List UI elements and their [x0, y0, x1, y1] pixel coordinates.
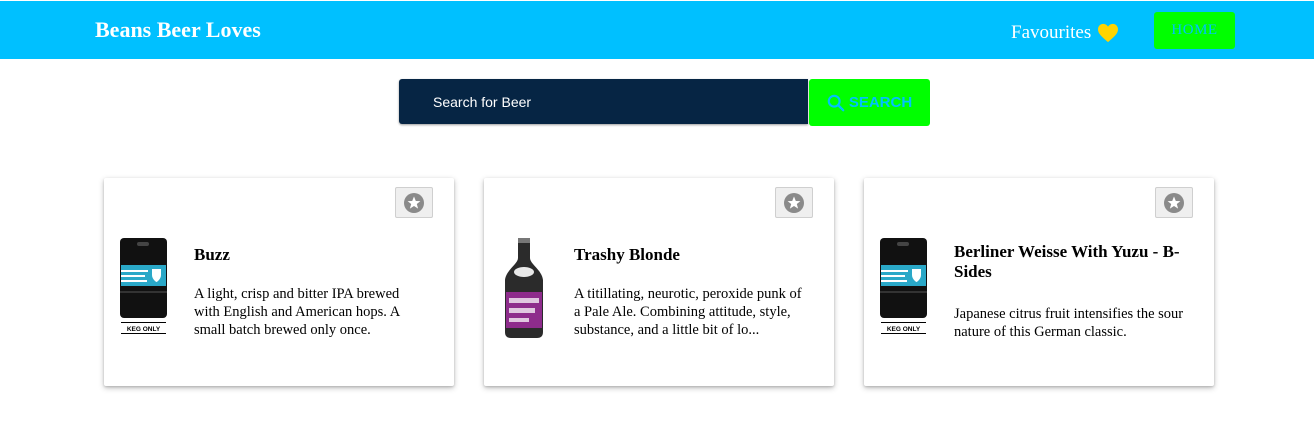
- search-button[interactable]: SEARCH: [809, 79, 930, 126]
- keg-icon: KEG ONLY: [880, 238, 927, 334]
- bottle-icon: [505, 238, 543, 338]
- star-icon: [784, 192, 804, 213]
- search-icon: [827, 94, 845, 111]
- beer-description: Japanese citrus fruit intensifies the so…: [954, 306, 1184, 340]
- beer-name: Berliner Weisse With Yuzu - B-Sides: [954, 242, 1180, 281]
- beer-name: Trashy Blonde: [574, 245, 680, 264]
- star-icon: [1164, 192, 1184, 213]
- favourite-toggle-button[interactable]: [775, 187, 813, 218]
- brand-title[interactable]: Beans Beer Loves: [95, 17, 261, 43]
- search-input[interactable]: [399, 79, 808, 124]
- svg-text:KEG ONLY: KEG ONLY: [887, 326, 921, 333]
- search-button-label: SEARCH: [848, 94, 913, 111]
- heart-icon: [1098, 23, 1119, 43]
- favourite-toggle-button[interactable]: [395, 187, 433, 218]
- navbar: Beans Beer Loves Favourites HOME: [0, 1, 1314, 59]
- favourites-label: Favourites: [1011, 22, 1092, 43]
- beer-card: KEG ONLY Buzz A light, crisp and bitter …: [104, 178, 454, 386]
- beer-card: Trashy Blonde A titillating, neurotic, p…: [484, 178, 834, 386]
- beer-card: KEG ONLY Berliner Weisse With Yuzu - B-S…: [864, 178, 1214, 386]
- keg-icon: KEG ONLY: [120, 238, 167, 334]
- star-icon: [404, 192, 424, 213]
- beer-description: A light, crisp and bitter IPA brewed wit…: [194, 286, 400, 338]
- beer-name: Buzz: [194, 245, 230, 264]
- home-button[interactable]: HOME: [1154, 12, 1235, 49]
- favourite-toggle-button[interactable]: [1155, 187, 1193, 218]
- svg-text:KEG ONLY: KEG ONLY: [127, 326, 161, 333]
- favourites-link[interactable]: Favourites: [1011, 22, 1119, 44]
- beer-description: A titillating, neurotic, peroxide punk o…: [574, 286, 802, 338]
